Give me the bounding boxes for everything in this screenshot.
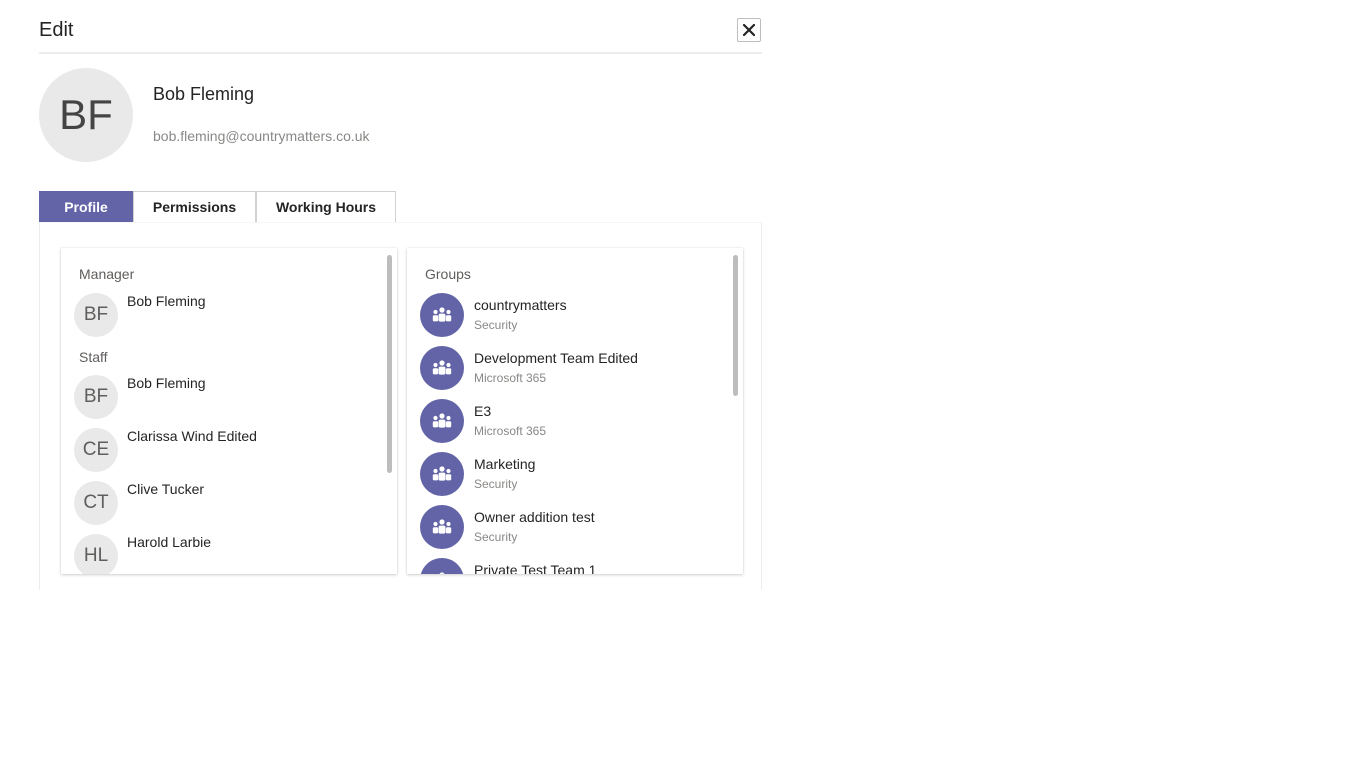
group-item[interactable]: Development Team Edited Microsoft 365 (420, 346, 720, 392)
tab-working-hours[interactable]: Working Hours (256, 191, 396, 223)
people-scrollbar[interactable] (387, 255, 392, 473)
group-icon (439, 572, 445, 574)
dialog-title: Edit (39, 19, 74, 41)
group-name: Owner addition test (474, 509, 595, 525)
group-avatar (420, 399, 464, 443)
close-button[interactable] (737, 18, 761, 42)
group-name: Development Team Edited (474, 350, 638, 366)
group-icon (432, 519, 452, 534)
manager-item[interactable]: BF Bob Fleming (74, 293, 374, 337)
group-avatar (420, 558, 464, 574)
groups-heading: Groups (425, 266, 471, 282)
group-item[interactable]: countrymatters Security (420, 293, 720, 339)
avatar: BF (74, 293, 118, 337)
staff-item[interactable]: HL Harold Larbie (74, 534, 374, 574)
group-name: E3 (474, 403, 492, 419)
group-name: Private Test Team 1 (474, 562, 597, 574)
group-type: Security (474, 318, 518, 332)
person-name: Clive Tucker (127, 481, 205, 497)
user-profile-header: BF Bob Fleming bob.fleming@countrymatter… (39, 68, 739, 163)
tab-bar: Profile Permissions Working Hours (39, 191, 396, 223)
group-item[interactable]: E3 Microsoft 365 (420, 399, 720, 445)
person-name: Clarissa Wind Edited (127, 428, 257, 444)
dialog-header: Edit (39, 14, 762, 54)
group-type: Security (474, 530, 518, 544)
edit-dialog: Edit BF Bob Fleming bob.fleming@countrym… (39, 0, 762, 590)
group-item[interactable]: Owner addition test Security (420, 505, 720, 551)
avatar: HL (74, 534, 118, 574)
group-icon (432, 466, 452, 481)
tab-profile[interactable]: Profile (39, 191, 133, 223)
groups-scrollbar[interactable] (733, 255, 738, 396)
group-type: Security (474, 477, 518, 491)
avatar: CT (74, 481, 118, 525)
close-icon (743, 24, 755, 36)
group-item[interactable]: Private Test Team 1 (420, 558, 720, 574)
person-name: Harold Larbie (127, 534, 212, 550)
group-avatar (420, 346, 464, 390)
tab-permissions[interactable]: Permissions (133, 191, 256, 223)
group-name: Marketing (474, 456, 536, 472)
staff-heading: Staff (79, 349, 108, 365)
avatar: BF (39, 68, 133, 162)
profile-tab-panel: Manager BF Bob Fleming Staff BF Bob Flem… (39, 222, 762, 590)
user-email: bob.fleming@countrymatters.co.uk (153, 128, 370, 144)
user-name: Bob Fleming (153, 84, 255, 104)
avatar: CE (74, 428, 118, 472)
people-card: Manager BF Bob Fleming Staff BF Bob Flem… (61, 248, 397, 574)
group-type: Microsoft 365 (474, 371, 547, 385)
group-icon (432, 360, 452, 375)
groups-card: Groups countrymatters Security Developme… (407, 248, 743, 574)
group-avatar (420, 505, 464, 549)
group-icon (432, 307, 452, 322)
staff-item[interactable]: BF Bob Fleming (74, 375, 374, 419)
group-avatar (420, 293, 464, 337)
group-avatar (420, 452, 464, 496)
person-name: Bob Fleming (127, 293, 206, 309)
manager-heading: Manager (79, 266, 135, 282)
group-icon (432, 413, 452, 428)
person-name: Bob Fleming (127, 375, 206, 391)
group-name: countrymatters (474, 297, 567, 313)
staff-item[interactable]: CT Clive Tucker (74, 481, 374, 525)
staff-item[interactable]: CE Clarissa Wind Edited (74, 428, 374, 472)
group-item[interactable]: Marketing Security (420, 452, 720, 498)
group-type: Microsoft 365 (474, 424, 547, 438)
avatar: BF (74, 375, 118, 419)
